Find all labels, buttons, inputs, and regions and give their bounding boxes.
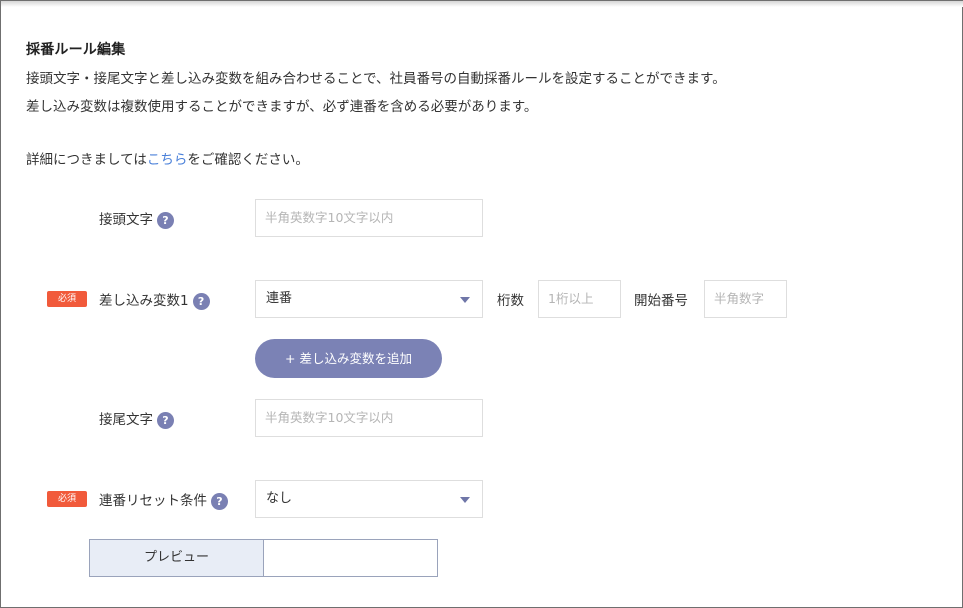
detail-note: 詳細につきましてはこちらをご確認ください。	[26, 148, 309, 168]
section-title: 採番ルール編集	[26, 42, 126, 58]
suffix-label: 接尾文字	[99, 412, 153, 428]
variable1-label-group: 差し込み変数1?	[99, 289, 210, 310]
caret-down-icon	[460, 497, 470, 503]
reset-label-group: 連番リセット条件?	[99, 489, 228, 510]
preview-value	[264, 540, 437, 576]
prefix-input[interactable]: 半角英数字10文字以内	[255, 199, 483, 237]
question-mark-icon[interactable]: ?	[211, 492, 228, 510]
question-mark-icon[interactable]: ?	[157, 211, 174, 229]
variable1-label: 差し込み変数1	[99, 293, 189, 309]
prefix-label: 接頭文字	[99, 212, 153, 228]
reset-label: 連番リセット条件	[99, 493, 207, 509]
required-badge: 必須	[47, 491, 87, 507]
required-badge: 必須	[47, 291, 87, 307]
top-shadow	[1, 1, 963, 7]
variable1-selected-value: 連番	[266, 291, 293, 306]
detail-suffix: をご確認ください。	[187, 152, 309, 168]
suffix-label-group: 接尾文字?	[99, 408, 174, 429]
preview-label: プレビュー	[90, 540, 264, 576]
question-mark-icon[interactable]: ?	[157, 411, 174, 429]
editor-panel: 採番ルール編集 接頭文字・接尾文字と差し込み変数を組み合わせることで、社員番号の…	[0, 0, 963, 608]
question-mark-icon[interactable]: ?	[192, 292, 210, 310]
description-line-1: 接頭文字・接尾文字と差し込み変数を組み合わせることで、社員番号の自動採番ルールを…	[26, 71, 726, 87]
detail-prefix: 詳細につきましては	[26, 152, 147, 168]
detail-link[interactable]: こちら	[147, 152, 188, 168]
reset-condition-select[interactable]: なし	[255, 480, 483, 518]
digits-input[interactable]: 1桁以上	[538, 280, 621, 318]
start-number-label: 開始番号	[634, 293, 688, 309]
caret-down-icon	[460, 297, 470, 303]
suffix-input[interactable]: 半角英数字10文字以内	[255, 399, 483, 437]
preview-box: プレビュー	[89, 539, 438, 577]
prefix-label-group: 接頭文字?	[99, 208, 174, 229]
reset-selected-value: なし	[266, 491, 293, 506]
start-number-input[interactable]: 半角数字	[704, 280, 787, 318]
add-variable-button[interactable]: + 差し込み変数を追加	[255, 339, 442, 378]
variable1-select[interactable]: 連番	[255, 280, 483, 318]
digits-label: 桁数	[497, 293, 524, 309]
description-line-2: 差し込み変数は複数使用することができますが、必ず連番を含める必要があります。	[26, 99, 538, 115]
